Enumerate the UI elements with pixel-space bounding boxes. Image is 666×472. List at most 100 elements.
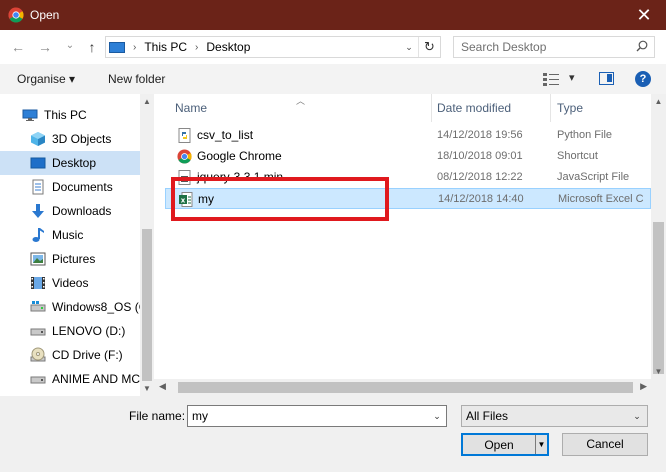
drive-icon bbox=[30, 301, 46, 312]
pc-icon bbox=[109, 41, 125, 53]
back-button[interactable]: ← bbox=[10, 39, 26, 55]
scroll-right-icon[interactable]: ▶ bbox=[640, 381, 647, 392]
desktop-icon bbox=[30, 157, 46, 169]
scroll-up-icon[interactable]: ▲ bbox=[140, 97, 154, 106]
scroll-left-icon[interactable]: ◀ bbox=[159, 381, 166, 392]
sidebar-item-label: This PC bbox=[44, 108, 87, 122]
address-dropdown-icon[interactable]: ⌄ bbox=[400, 37, 418, 57]
search-input[interactable]: Search Desktop bbox=[453, 36, 655, 58]
scroll-up-icon[interactable]: ▲ bbox=[651, 97, 666, 106]
sidebar-item-downloads[interactable]: Downloads bbox=[0, 199, 140, 223]
file-type-filter[interactable]: All Files ⌄ bbox=[461, 405, 648, 427]
search-placeholder: Search Desktop bbox=[461, 40, 547, 54]
sidebar-item-documents[interactable]: Documents bbox=[0, 175, 140, 199]
up-button[interactable]: ↑ bbox=[84, 39, 100, 55]
column-header-type[interactable]: Type bbox=[557, 94, 647, 122]
file-row-my[interactable]: x my 14/12/2018 14:40 Microsoft Excel C bbox=[165, 188, 651, 209]
file-name: csv_to_list bbox=[197, 128, 254, 142]
sidebar-item-label: Windows8_OS (C bbox=[52, 300, 140, 314]
column-header-date[interactable]: Date modified bbox=[437, 94, 551, 122]
column-header-name[interactable]: Name bbox=[175, 94, 430, 122]
open-options-dropdown-icon[interactable]: ▼ bbox=[535, 435, 547, 454]
scroll-down-icon[interactable]: ▼ bbox=[651, 367, 666, 376]
preview-pane-icon[interactable] bbox=[599, 72, 614, 85]
sidebar-item-label: Desktop bbox=[52, 156, 97, 170]
sidebar-item-anime-and-mc[interactable]: ANIME AND MC bbox=[0, 367, 140, 391]
sidebar-item-pictures[interactable]: Pictures bbox=[0, 247, 140, 271]
horizontal-scrollbar[interactable]: ◀ ▶ bbox=[154, 379, 666, 396]
cancel-button[interactable]: Cancel bbox=[562, 433, 648, 456]
drive-icon bbox=[30, 328, 46, 336]
breadcrumb-separator-icon: › bbox=[133, 41, 137, 53]
breadcrumb-desktop[interactable]: Desktop bbox=[206, 40, 250, 54]
pc-icon bbox=[22, 109, 38, 121]
address-bar[interactable]: › This PC › Desktop ⌄ ↻ bbox=[105, 36, 441, 58]
search-icon bbox=[636, 40, 648, 52]
sidebar-item-label: Videos bbox=[52, 276, 89, 290]
address-row: ← → ⌄ ↑ › This PC › Desktop ⌄ ↻ Search D… bbox=[0, 30, 666, 64]
breadcrumb-this-pc[interactable]: This PC bbox=[144, 40, 187, 54]
scroll-thumb[interactable] bbox=[142, 229, 152, 381]
organise-button[interactable]: Organise ▾ bbox=[17, 72, 75, 86]
column-header-label: Date modified bbox=[437, 101, 512, 115]
column-header-label: Name bbox=[175, 101, 208, 115]
refresh-icon[interactable]: ↻ bbox=[418, 37, 440, 57]
chevron-down-icon: ⌄ bbox=[633, 411, 641, 421]
chevron-down-icon[interactable]: ⌄ bbox=[428, 406, 446, 426]
sidebar-item-desktop[interactable]: Desktop bbox=[0, 151, 140, 175]
change-view-button[interactable]: ▾ bbox=[543, 72, 577, 86]
dialog-footer: File name: my ⌄ All Files ⌄ Open ▼ Cance… bbox=[0, 396, 666, 472]
help-icon[interactable]: ? bbox=[635, 71, 651, 87]
file-type-filter-value: All Files bbox=[466, 409, 509, 423]
sidebar-item-music[interactable]: Music bbox=[0, 223, 140, 247]
file-date: 18/10/2018 09:01 bbox=[437, 150, 523, 162]
column-header-label: Type bbox=[557, 101, 584, 115]
file-type: Microsoft Excel C bbox=[558, 193, 644, 205]
js-file-icon bbox=[178, 170, 191, 185]
sidebar-item-3d-objects[interactable]: 3D Objects bbox=[0, 127, 140, 151]
new-folder-button[interactable]: New folder bbox=[108, 72, 165, 86]
recent-locations-button[interactable]: ⌄ bbox=[62, 38, 78, 54]
scroll-thumb[interactable] bbox=[178, 382, 633, 393]
view-list-icon bbox=[543, 73, 559, 86]
music-icon bbox=[32, 228, 44, 242]
sidebar-item-videos[interactable]: Videos bbox=[0, 271, 140, 295]
sidebar-item-label: ANIME AND MC bbox=[52, 372, 140, 386]
chrome-icon bbox=[177, 149, 192, 164]
sidebar-item-this-pc[interactable]: This PC bbox=[0, 103, 140, 127]
scroll-down-icon[interactable]: ▼ bbox=[140, 384, 154, 393]
forward-button[interactable]: → bbox=[37, 39, 53, 55]
cd-icon bbox=[30, 347, 46, 362]
sidebar-item-label: Documents bbox=[52, 180, 113, 194]
scroll-thumb[interactable] bbox=[653, 222, 664, 374]
close-button[interactable]: ✕ bbox=[622, 0, 666, 30]
sidebar-item-cd-drive[interactable]: CD Drive (F:) bbox=[0, 343, 140, 367]
file-row-csv-to-list[interactable]: csv_to_list 14/12/2018 19:56 Python File bbox=[165, 125, 651, 146]
sidebar-item-lenovo[interactable]: LENOVO (D:) bbox=[0, 319, 140, 343]
sidebar-item-label: 3D Objects bbox=[52, 132, 112, 146]
sidebar-item-label: Pictures bbox=[52, 252, 96, 266]
file-list-scrollbar[interactable]: ▲ ▼ bbox=[651, 94, 666, 379]
file-name-label: File name: bbox=[129, 409, 186, 423]
column-divider[interactable] bbox=[431, 94, 432, 122]
navigation-scrollbar[interactable]: ▲ ▼ bbox=[140, 94, 154, 396]
column-divider[interactable] bbox=[550, 94, 551, 122]
file-row-google-chrome[interactable]: Google Chrome 18/10/2018 09:01 Shortcut bbox=[165, 146, 651, 167]
title-bar: Open ✕ bbox=[0, 0, 666, 30]
file-type: Shortcut bbox=[557, 150, 598, 162]
videos-icon bbox=[31, 277, 45, 289]
file-date: 14/12/2018 14:40 bbox=[438, 193, 524, 205]
open-button-label: Open bbox=[484, 437, 514, 452]
file-name-input[interactable]: my ⌄ bbox=[187, 405, 447, 427]
svg-text:x: x bbox=[181, 197, 186, 205]
excel-csv-icon: x bbox=[179, 192, 193, 207]
open-button[interactable]: Open ▼ bbox=[461, 433, 549, 456]
file-row-jquery[interactable]: jquery-3.3.1.min 08/12/2018 12:22 JavaSc… bbox=[165, 167, 651, 188]
sidebar-item-label: LENOVO (D:) bbox=[52, 324, 126, 338]
download-icon bbox=[32, 204, 44, 218]
chrome-icon bbox=[8, 7, 24, 23]
back-arrow-icon: ← bbox=[11, 39, 25, 55]
sidebar-item-windows8-os[interactable]: Windows8_OS (C bbox=[0, 295, 140, 319]
sidebar-item-label: Downloads bbox=[52, 204, 112, 218]
forward-arrow-icon: → bbox=[38, 39, 52, 55]
